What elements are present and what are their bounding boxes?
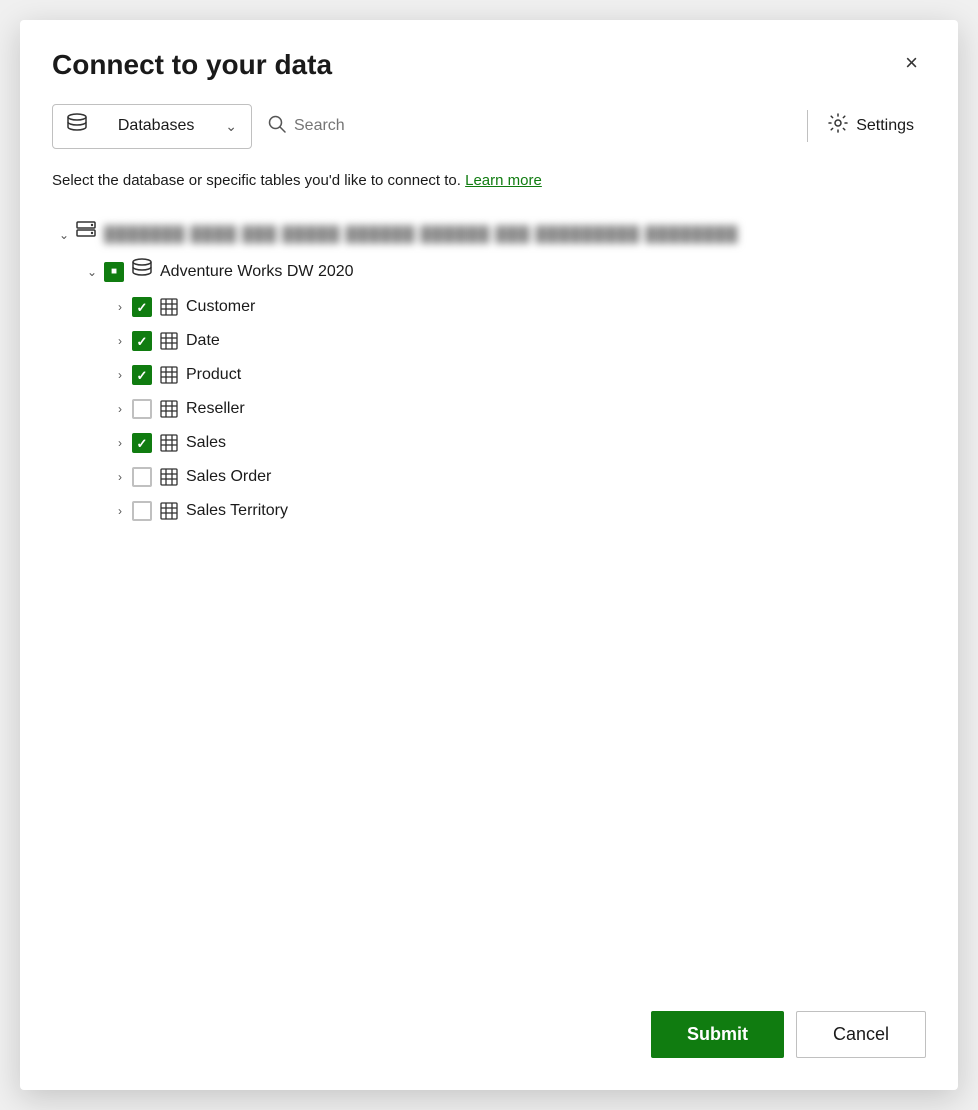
reseller-table-icon — [160, 400, 178, 418]
sales-territory-label: Sales Territory — [186, 502, 288, 520]
connect-to-data-dialog: Connect to your data × Databases ⌄ — [20, 20, 958, 1090]
customer-label: Customer — [186, 298, 255, 316]
chevron-down-icon: ⌄ — [225, 118, 237, 135]
root-expand-icon[interactable]: ⌄ — [52, 223, 76, 247]
description-text: Select the database or specific tables y… — [52, 170, 926, 193]
close-button[interactable]: × — [897, 48, 926, 78]
reseller-label: Reseller — [186, 400, 245, 418]
cancel-button[interactable]: Cancel — [796, 1011, 926, 1058]
table-row-date[interactable]: › Date — [108, 324, 926, 358]
table-row-reseller[interactable]: › Reseller — [108, 392, 926, 426]
root-server-icon — [76, 221, 96, 248]
database-icon — [67, 113, 87, 140]
description-main: Select the database or specific tables y… — [52, 172, 461, 189]
databases-dropdown[interactable]: Databases ⌄ — [52, 104, 252, 149]
product-label: Product — [186, 366, 241, 384]
database-row[interactable]: ⌄ Adventure Works DW 2020 — [80, 253, 926, 290]
settings-label: Settings — [856, 117, 914, 135]
table-row-sales-order[interactable]: › Sales Order — [108, 460, 926, 494]
toolbar: Databases ⌄ Settings — [52, 104, 926, 150]
reseller-checkbox[interactable] — [132, 399, 152, 419]
date-table-icon — [160, 332, 178, 350]
data-tree: ⌄ ███████ ████ ███ █████ ██████ ██████ █… — [52, 216, 926, 987]
databases-label: Databases — [95, 117, 217, 135]
sales-label: Sales — [186, 434, 226, 452]
customer-table-icon — [160, 298, 178, 316]
sales-checkbox[interactable] — [132, 433, 152, 453]
sales-territory-checkbox[interactable] — [132, 501, 152, 521]
root-label: ███████ ████ ███ █████ ██████ ██████ ███… — [104, 226, 738, 243]
dialog-footer: Submit Cancel — [52, 987, 926, 1058]
dialog-title: Connect to your data — [52, 48, 332, 82]
search-box[interactable] — [252, 107, 799, 146]
table-row-product[interactable]: › Product — [108, 358, 926, 392]
search-input[interactable] — [294, 117, 783, 135]
search-icon — [268, 115, 286, 138]
sales-order-expand-icon[interactable]: › — [108, 465, 132, 489]
settings-button[interactable]: Settings — [816, 105, 926, 147]
customer-expand-icon[interactable]: › — [108, 295, 132, 319]
date-checkbox[interactable] — [132, 331, 152, 351]
sales-order-table-icon — [160, 468, 178, 486]
database-checkbox[interactable] — [104, 262, 124, 282]
product-table-icon — [160, 366, 178, 384]
tree-root-row[interactable]: ⌄ ███████ ████ ███ █████ ██████ ██████ █… — [52, 216, 926, 253]
table-row-sales-territory[interactable]: › Sales Territory — [108, 494, 926, 528]
sales-territory-expand-icon[interactable]: › — [108, 499, 132, 523]
database-expand-icon[interactable]: ⌄ — [80, 260, 104, 284]
settings-icon — [828, 113, 848, 139]
product-expand-icon[interactable]: › — [108, 363, 132, 387]
table-row-sales[interactable]: › Sales — [108, 426, 926, 460]
sales-table-icon — [160, 434, 178, 452]
date-expand-icon[interactable]: › — [108, 329, 132, 353]
submit-button[interactable]: Submit — [651, 1011, 784, 1058]
sales-order-checkbox[interactable] — [132, 467, 152, 487]
date-label: Date — [186, 332, 220, 350]
dialog-header: Connect to your data × — [52, 48, 926, 82]
customer-checkbox[interactable] — [132, 297, 152, 317]
table-row-customer[interactable]: › Customer — [108, 290, 926, 324]
sales-territory-table-icon — [160, 502, 178, 520]
product-checkbox[interactable] — [132, 365, 152, 385]
sales-expand-icon[interactable]: › — [108, 431, 132, 455]
database-node-icon — [132, 258, 152, 285]
sales-order-label: Sales Order — [186, 468, 271, 486]
learn-more-link[interactable]: Learn more — [465, 172, 542, 189]
toolbar-divider — [807, 110, 808, 142]
reseller-expand-icon[interactable]: › — [108, 397, 132, 421]
database-label: Adventure Works DW 2020 — [160, 263, 354, 281]
